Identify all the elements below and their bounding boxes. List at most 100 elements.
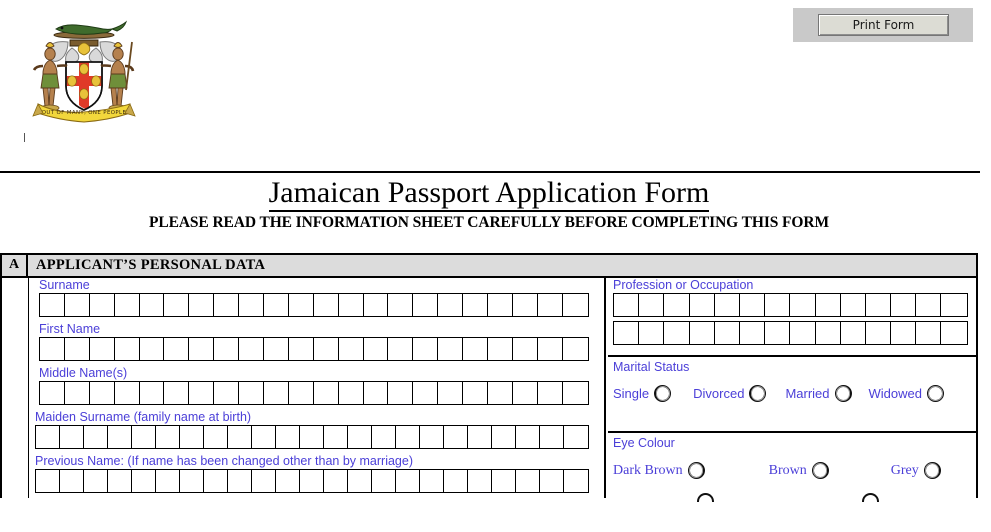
char-box[interactable] <box>815 294 841 316</box>
char-box[interactable] <box>214 382 240 404</box>
char-box[interactable] <box>89 338 115 360</box>
char-box[interactable] <box>36 426 60 448</box>
char-box[interactable] <box>323 426 348 448</box>
char-box[interactable] <box>363 338 389 360</box>
radio-circle-icon[interactable] <box>923 462 941 479</box>
char-box[interactable] <box>83 426 108 448</box>
char-box[interactable] <box>614 294 640 316</box>
char-box[interactable] <box>179 470 204 492</box>
radio-circle-icon[interactable] <box>862 493 879 502</box>
char-box[interactable] <box>891 322 917 344</box>
radio-circle-icon[interactable] <box>811 462 829 479</box>
char-box[interactable] <box>512 382 538 404</box>
char-box[interactable] <box>539 470 564 492</box>
char-box[interactable] <box>114 338 140 360</box>
char-box[interactable] <box>840 294 866 316</box>
char-box[interactable] <box>714 294 740 316</box>
char-box[interactable] <box>59 470 84 492</box>
char-box[interactable] <box>323 470 348 492</box>
char-box[interactable] <box>515 426 540 448</box>
char-box[interactable] <box>562 294 588 316</box>
radio-marital-divorced[interactable]: Divorced <box>693 385 767 402</box>
char-box[interactable] <box>164 382 190 404</box>
char-box[interactable] <box>347 426 372 448</box>
char-box[interactable] <box>189 338 215 360</box>
char-box[interactable] <box>214 294 240 316</box>
char-box[interactable] <box>139 294 165 316</box>
char-box[interactable] <box>107 470 132 492</box>
char-box[interactable] <box>689 322 715 344</box>
char-box[interactable] <box>264 382 289 404</box>
char-box[interactable] <box>840 322 866 344</box>
char-box[interactable] <box>59 426 84 448</box>
char-box[interactable] <box>537 338 563 360</box>
char-box[interactable] <box>438 338 464 360</box>
char-box[interactable] <box>239 382 265 404</box>
char-box[interactable] <box>239 338 265 360</box>
char-box[interactable] <box>83 470 108 492</box>
char-box[interactable] <box>313 294 339 316</box>
radio-circle-icon[interactable] <box>926 385 944 402</box>
char-box[interactable] <box>275 426 300 448</box>
char-box[interactable] <box>264 338 289 360</box>
char-box[interactable] <box>107 426 132 448</box>
char-box[interactable] <box>537 294 563 316</box>
char-box[interactable] <box>189 294 215 316</box>
char-box[interactable] <box>467 470 492 492</box>
char-box[interactable] <box>36 470 60 492</box>
char-box[interactable] <box>338 294 364 316</box>
char-box[interactable] <box>179 426 204 448</box>
char-box[interactable] <box>131 426 156 448</box>
radio-circle-icon[interactable] <box>687 462 705 479</box>
char-box[interactable] <box>299 426 324 448</box>
char-box[interactable] <box>299 470 324 492</box>
char-box[interactable] <box>313 338 339 360</box>
char-box[interactable] <box>275 470 300 492</box>
char-box[interactable] <box>388 338 414 360</box>
char-box[interactable] <box>639 294 665 316</box>
radio-circle-icon[interactable] <box>697 493 714 502</box>
char-box[interactable] <box>438 382 464 404</box>
char-box[interactable] <box>64 294 90 316</box>
field-boxes-input[interactable] <box>39 293 589 317</box>
char-box[interactable] <box>941 294 967 316</box>
char-box[interactable] <box>371 426 396 448</box>
char-box[interactable] <box>765 322 791 344</box>
char-box[interactable] <box>131 470 156 492</box>
char-box[interactable] <box>251 470 276 492</box>
char-box[interactable] <box>288 338 314 360</box>
char-box[interactable] <box>395 470 420 492</box>
char-box[interactable] <box>388 382 414 404</box>
char-box[interactable] <box>562 338 588 360</box>
char-box[interactable] <box>203 426 228 448</box>
char-box[interactable] <box>363 294 389 316</box>
radio-circle-icon[interactable] <box>834 385 852 402</box>
radio-circle-icon[interactable] <box>749 385 767 402</box>
char-box[interactable] <box>371 470 396 492</box>
char-box[interactable] <box>916 322 942 344</box>
char-box[interactable] <box>203 470 228 492</box>
char-box[interactable] <box>40 294 65 316</box>
char-box[interactable] <box>338 338 364 360</box>
char-box[interactable] <box>488 338 513 360</box>
radio-marital-widowed[interactable]: Widowed <box>869 385 944 402</box>
char-box[interactable] <box>488 382 513 404</box>
char-box[interactable] <box>512 338 538 360</box>
field-boxes-input[interactable] <box>39 337 589 361</box>
char-box[interactable] <box>539 426 564 448</box>
char-box[interactable] <box>413 294 439 316</box>
char-box[interactable] <box>614 322 640 344</box>
char-box[interactable] <box>664 294 690 316</box>
char-box[interactable] <box>155 470 180 492</box>
char-box[interactable] <box>288 382 314 404</box>
char-box[interactable] <box>89 382 115 404</box>
char-box[interactable] <box>488 294 513 316</box>
char-box[interactable] <box>443 426 468 448</box>
char-box[interactable] <box>338 382 364 404</box>
char-box[interactable] <box>64 382 90 404</box>
char-box[interactable] <box>739 322 766 344</box>
char-box[interactable] <box>264 294 289 316</box>
char-box[interactable] <box>739 294 766 316</box>
radio-marital-single[interactable]: Single <box>613 385 672 402</box>
char-box[interactable] <box>714 322 740 344</box>
